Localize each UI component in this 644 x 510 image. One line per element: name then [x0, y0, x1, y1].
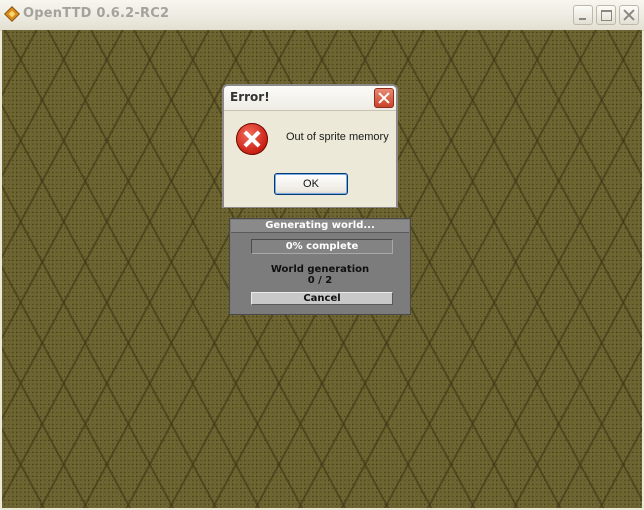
error-dialog-close-button[interactable]: [374, 88, 394, 108]
generating-world-caption[interactable]: Generating world...: [231, 220, 409, 233]
close-button[interactable]: [619, 5, 639, 25]
generating-world-window: Generating world... 0% complete World ge…: [229, 218, 411, 315]
maximize-button[interactable]: [596, 5, 616, 25]
error-dialog-titlebar[interactable]: Error!: [224, 86, 396, 110]
error-dialog: Error! Out of sprite memory OK: [222, 84, 398, 208]
ok-button[interactable]: OK: [274, 173, 348, 195]
generation-stage-label: World generation: [270, 264, 370, 275]
error-dialog-body: Out of sprite memory OK: [224, 110, 396, 207]
generation-progress-bar: 0% complete: [251, 239, 393, 254]
window-titlebar[interactable]: OpenTTD 0.6.2-RC2: [0, 0, 644, 31]
generation-progress-text: 0% complete: [285, 241, 359, 252]
generating-world-panel: 0% complete World generation 0 / 2 Cance…: [231, 233, 409, 313]
window-title: OpenTTD 0.6.2-RC2: [23, 6, 170, 21]
error-icon: [236, 123, 268, 155]
error-dialog-title: Error!: [230, 90, 270, 104]
error-message: Out of sprite memory: [286, 131, 389, 143]
cancel-button[interactable]: Cancel: [251, 292, 393, 305]
minimize-button[interactable]: [573, 5, 593, 25]
app-window: OpenTTD 0.6.2-RC2 Error! Out of sprite m…: [0, 0, 644, 510]
generation-stage-count: 0 / 2: [307, 275, 333, 286]
openttd-app-icon[interactable]: [4, 6, 20, 22]
